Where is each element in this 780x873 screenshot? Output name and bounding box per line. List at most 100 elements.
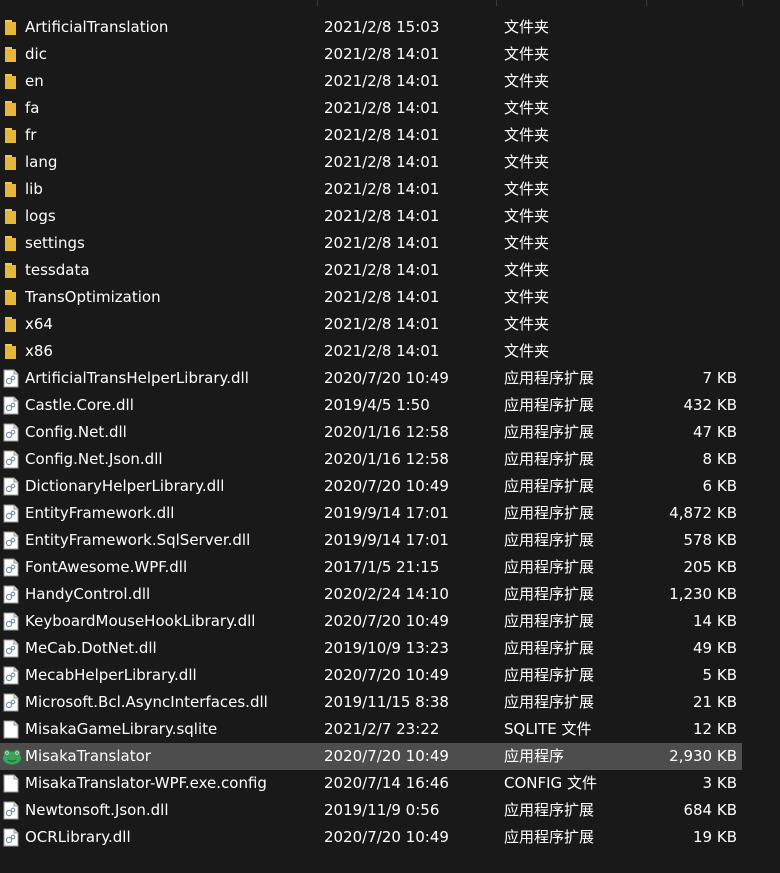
file-name: logs <box>25 207 56 225</box>
dll-file-icon <box>2 558 20 577</box>
file-row[interactable]: TransOptimization 2021/2/8 14:01 文件夹 <box>0 284 742 311</box>
folder-icon <box>2 99 20 118</box>
column-divider[interactable] <box>646 0 647 6</box>
file-name: HandyControl.dll <box>25 585 151 603</box>
file-date-modified: 2017/1/5 21:15 <box>324 558 440 576</box>
file-type: 应用程序扩展 <box>504 801 595 819</box>
dll-file-icon <box>2 396 20 415</box>
file-row[interactable]: ArtificialTransHelperLibrary.dll 2020/7/… <box>0 365 742 392</box>
file-row[interactable]: x86 2021/2/8 14:01 文件夹 <box>0 338 742 365</box>
folder-icon <box>2 288 20 307</box>
file-type: 文件夹 <box>504 261 550 279</box>
file-date-modified: 2020/7/20 10:49 <box>324 477 449 495</box>
file-row[interactable]: Castle.Core.dll 2019/4/5 1:50 应用程序扩展 432… <box>0 392 742 419</box>
file-date-modified: 2020/7/20 10:49 <box>324 369 449 387</box>
file-name: OCRLibrary.dll <box>25 828 131 846</box>
file-type: 文件夹 <box>504 99 550 117</box>
file-row[interactable]: Config.Net.Json.dll 2020/1/16 12:58 应用程序… <box>0 446 742 473</box>
file-type: 应用程序扩展 <box>504 531 595 549</box>
file-row[interactable]: Config.Net.dll 2020/1/16 12:58 应用程序扩展 47… <box>0 419 742 446</box>
file-row[interactable]: EntityFramework.SqlServer.dll 2019/9/14 … <box>0 527 742 554</box>
file-date-modified: 2021/2/8 14:01 <box>324 99 440 117</box>
file-name: tessdata <box>25 261 90 279</box>
file-type: 文件夹 <box>504 153 550 171</box>
blank-file-icon <box>2 720 20 739</box>
file-size: 49 KB <box>693 639 737 657</box>
file-row[interactable]: FontAwesome.WPF.dll 2017/1/5 21:15 应用程序扩… <box>0 554 742 581</box>
file-row[interactable]: ArtificialTranslation 2021/2/8 15:03 文件夹 <box>0 14 742 41</box>
file-type: 应用程序扩展 <box>504 477 595 495</box>
folder-icon <box>2 315 20 334</box>
file-size: 6 KB <box>702 477 737 495</box>
folder-icon <box>2 45 20 64</box>
file-size: 684 KB <box>683 801 737 819</box>
file-row[interactable]: DictionaryHelperLibrary.dll 2020/7/20 10… <box>0 473 742 500</box>
file-type: 文件夹 <box>504 342 550 360</box>
file-row[interactable]: MisakaGameLibrary.sqlite 2021/2/7 23:22 … <box>0 716 742 743</box>
file-date-modified: 2020/7/20 10:49 <box>324 612 449 630</box>
file-name: EntityFramework.dll <box>25 504 175 522</box>
file-date-modified: 2021/2/8 14:01 <box>324 45 440 63</box>
file-size: 47 KB <box>693 423 737 441</box>
file-name: MisakaTranslator-WPF.exe.config <box>25 774 267 792</box>
file-row[interactable]: Microsoft.Bcl.AsyncInterfaces.dll 2019/1… <box>0 689 742 716</box>
file-type: 文件夹 <box>504 180 550 198</box>
file-size: 8 KB <box>702 450 737 468</box>
file-type: CONFIG 文件 <box>504 774 597 792</box>
file-name: dic <box>25 45 47 63</box>
file-row[interactable]: MisakaTranslator-WPF.exe.config 2020/7/1… <box>0 770 742 797</box>
column-divider[interactable] <box>742 0 743 6</box>
file-name: FontAwesome.WPF.dll <box>25 558 188 576</box>
file-size: 12 KB <box>693 720 737 738</box>
file-type: 应用程序扩展 <box>504 423 595 441</box>
file-row[interactable]: lib 2021/2/8 14:01 文件夹 <box>0 176 742 203</box>
file-size: 7 KB <box>702 369 737 387</box>
file-row[interactable]: en 2021/2/8 14:01 文件夹 <box>0 68 742 95</box>
file-type: 应用程序扩展 <box>504 450 595 468</box>
frog-app-icon <box>2 747 21 766</box>
file-row[interactable]: MeCab.DotNet.dll 2019/10/9 13:23 应用程序扩展 … <box>0 635 742 662</box>
file-type: 应用程序扩展 <box>504 396 595 414</box>
file-row[interactable]: Newtonsoft.Json.dll 2019/11/9 0:56 应用程序扩… <box>0 797 742 824</box>
file-type: 应用程序扩展 <box>504 693 595 711</box>
file-name: Newtonsoft.Json.dll <box>25 801 169 819</box>
file-name: MecabHelperLibrary.dll <box>25 666 197 684</box>
file-row[interactable]: KeyboardMouseHookLibrary.dll 2020/7/20 1… <box>0 608 742 635</box>
dll-file-icon <box>2 612 20 631</box>
file-date-modified: 2021/2/8 14:01 <box>324 72 440 90</box>
file-date-modified: 2021/2/8 14:01 <box>324 153 440 171</box>
folder-icon <box>2 234 20 253</box>
dll-file-icon <box>2 369 20 388</box>
file-type: 应用程序扩展 <box>504 666 595 684</box>
file-date-modified: 2021/2/8 14:01 <box>324 180 440 198</box>
file-row[interactable]: fr 2021/2/8 14:01 文件夹 <box>0 122 742 149</box>
file-type: 应用程序扩展 <box>504 639 595 657</box>
file-row[interactable]: fa 2021/2/8 14:01 文件夹 <box>0 95 742 122</box>
file-row[interactable]: dic 2021/2/8 14:01 文件夹 <box>0 41 742 68</box>
file-row[interactable]: logs 2021/2/8 14:01 文件夹 <box>0 203 742 230</box>
dll-file-icon <box>2 423 20 442</box>
file-row[interactable]: MecabHelperLibrary.dll 2020/7/20 10:49 应… <box>0 662 742 689</box>
file-type: 应用程序扩展 <box>504 612 595 630</box>
file-date-modified: 2021/2/8 14:01 <box>324 126 440 144</box>
file-type: 文件夹 <box>504 288 550 306</box>
file-date-modified: 2020/7/20 10:49 <box>324 666 449 684</box>
file-name: DictionaryHelperLibrary.dll <box>25 477 225 495</box>
file-list: ArtificialTranslation 2021/2/8 15:03 文件夹… <box>0 0 780 873</box>
file-name: ArtificialTranslation <box>25 18 169 36</box>
column-divider[interactable] <box>317 0 318 6</box>
file-row[interactable]: MisakaTranslator 2020/7/20 10:49 应用程序 2,… <box>0 743 742 770</box>
file-name: Config.Net.Json.dll <box>25 450 163 468</box>
file-name: Microsoft.Bcl.AsyncInterfaces.dll <box>25 693 268 711</box>
folder-icon <box>2 18 20 37</box>
file-row[interactable]: HandyControl.dll 2020/2/24 14:10 应用程序扩展 … <box>0 581 742 608</box>
file-row[interactable]: tessdata 2021/2/8 14:01 文件夹 <box>0 257 742 284</box>
file-date-modified: 2021/2/7 23:22 <box>324 720 440 738</box>
file-row[interactable]: x64 2021/2/8 14:01 文件夹 <box>0 311 742 338</box>
file-row[interactable]: settings 2021/2/8 14:01 文件夹 <box>0 230 742 257</box>
file-row[interactable]: EntityFramework.dll 2019/9/14 17:01 应用程序… <box>0 500 742 527</box>
file-row[interactable]: lang 2021/2/8 14:01 文件夹 <box>0 149 742 176</box>
folder-icon <box>2 126 20 145</box>
file-row[interactable]: OCRLibrary.dll 2020/7/20 10:49 应用程序扩展 19… <box>0 824 742 851</box>
column-divider[interactable] <box>496 0 497 6</box>
